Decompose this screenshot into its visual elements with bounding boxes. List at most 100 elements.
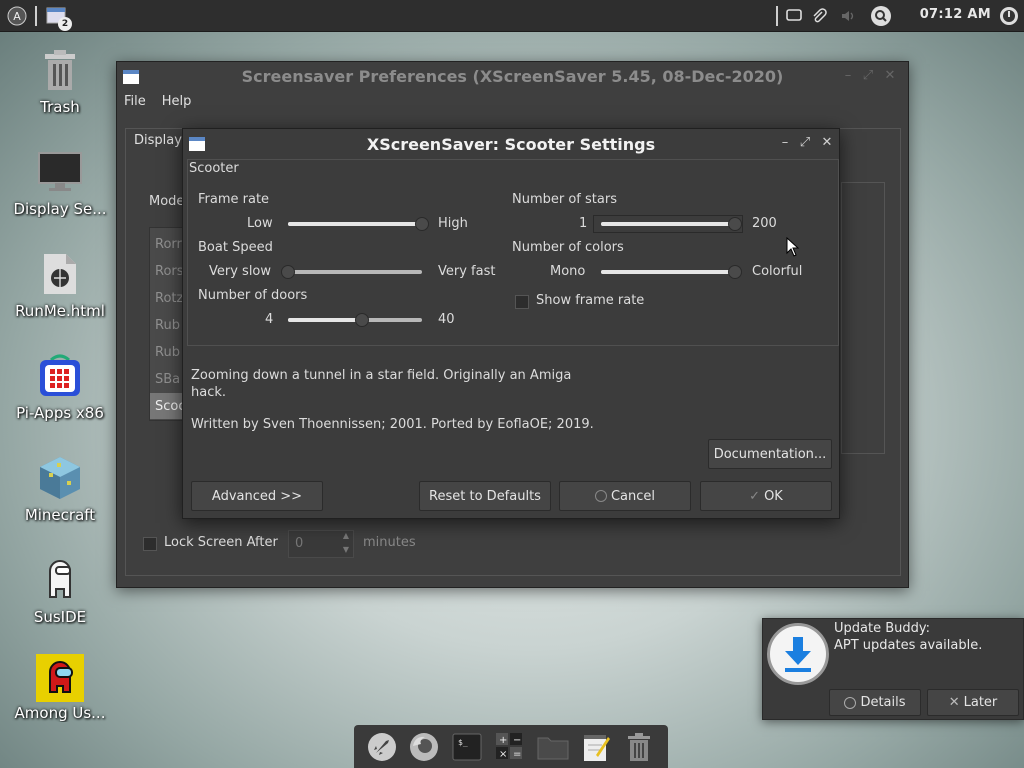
trash-icon[interactable]	[621, 729, 657, 765]
stars-low-label: 1	[579, 216, 588, 231]
x-icon: ✕	[948, 695, 960, 710]
lock-minutes-value: 0	[295, 536, 304, 551]
desktop-icon-label: Display Se...	[13, 200, 107, 218]
details-button[interactable]: Details	[829, 689, 921, 716]
colors-slider[interactable]	[601, 265, 742, 279]
power-icon[interactable]	[997, 4, 1021, 28]
app-menu-icon[interactable]: A	[5, 4, 29, 28]
advanced-label: Advanced >>	[211, 488, 303, 504]
clock[interactable]: 07:12 AM	[920, 7, 991, 22]
desktop-icon-label: Among Us...	[14, 704, 106, 722]
group-label: Scooter	[189, 161, 239, 176]
slider-knob[interactable]	[728, 217, 742, 231]
colors-label: Number of colors	[512, 240, 624, 255]
window-titlebar[interactable]: Screensaver Preferences (XScreenSaver 5.…	[117, 62, 908, 90]
volume-icon[interactable]	[837, 4, 861, 28]
frame-rate-label: Frame rate	[198, 192, 270, 207]
check-icon: ✓	[749, 488, 761, 504]
frame-rate-high-label: High	[438, 216, 468, 231]
lock-minutes-spinbox[interactable]: 0 ▲ ▼	[288, 530, 354, 558]
list-item[interactable]: Rotz	[155, 291, 183, 306]
search-icon[interactable]	[869, 4, 893, 28]
list-item[interactable]: Rorr	[155, 237, 182, 252]
desktop-icon-runme[interactable]: RunMe.html	[6, 248, 114, 320]
desktop-icon-pi-apps[interactable]: Pi-Apps x86	[6, 350, 114, 422]
menu-file[interactable]: File	[123, 94, 147, 109]
workspace-icon[interactable]: 2	[44, 4, 72, 31]
maximize-icon[interactable]: ⤢	[797, 135, 813, 151]
desktop-icon-display-settings[interactable]: Display Se...	[6, 146, 114, 218]
lock-screen-label: Lock Screen After	[164, 535, 278, 550]
calculator-icon[interactable]: + − × =	[492, 729, 528, 765]
maximize-icon[interactable]: ⤢	[860, 68, 876, 84]
tab-display[interactable]: Display	[125, 128, 185, 154]
notification-title: Update Buddy:	[834, 621, 931, 636]
text-editor-icon[interactable]	[578, 729, 614, 765]
dialog-title: XScreenSaver: Scooter Settings	[366, 135, 656, 154]
colors-high-label: Colorful	[752, 264, 803, 279]
svg-text:+: +	[499, 735, 507, 746]
screen-icon[interactable]	[782, 4, 806, 28]
lock-screen-checkbox[interactable]	[143, 537, 157, 551]
frame-rate-low-label: Low	[247, 216, 273, 231]
frame-rate-slider[interactable]	[288, 217, 429, 231]
desktop-icon-label: SusIDE	[33, 608, 87, 626]
advanced-button[interactable]: Advanced >>	[191, 481, 323, 511]
trash-icon	[34, 44, 86, 96]
slider-knob[interactable]	[728, 265, 742, 279]
tab-display-label: Display	[134, 133, 182, 148]
spin-down-icon[interactable]: ▼	[343, 545, 349, 554]
desktop-icon-minecraft[interactable]: Minecraft	[6, 452, 114, 524]
slider-knob[interactable]	[415, 217, 429, 231]
colors-low-label: Mono	[550, 264, 586, 279]
spin-up-icon[interactable]: ▲	[343, 531, 349, 540]
minimize-icon[interactable]: –	[777, 135, 793, 151]
slider-knob[interactable]	[281, 265, 295, 279]
dialog-titlebar[interactable]: XScreenSaver: Scooter Settings – ⤢ ✕	[183, 129, 839, 159]
minimize-icon[interactable]: –	[840, 68, 856, 84]
firefox-icon[interactable]	[406, 729, 442, 765]
later-button[interactable]: ✕ Later	[927, 689, 1019, 716]
documentation-button[interactable]: Documentation...	[708, 439, 832, 469]
info-icon	[844, 696, 857, 709]
desktop-icon-label: Minecraft	[24, 506, 96, 524]
list-item[interactable]: SBa	[155, 372, 180, 387]
rocket-icon[interactable]	[364, 729, 400, 765]
list-item[interactable]: Rors	[155, 264, 184, 279]
menu-help[interactable]: Help	[161, 94, 193, 109]
pi-apps-icon	[34, 350, 86, 402]
doors-low-label: 4	[265, 312, 274, 327]
scooter-settings-dialog: XScreenSaver: Scooter Settings – ⤢ ✕ Sco…	[182, 128, 840, 519]
boat-speed-low-label: Very slow	[209, 264, 272, 279]
panel-separator	[776, 6, 778, 26]
doors-slider[interactable]	[288, 313, 422, 327]
credits-text: Written by Sven Thoennissen; 2001. Porte…	[191, 417, 594, 432]
stars-slider[interactable]	[601, 217, 742, 231]
svg-text:×: ×	[499, 749, 507, 760]
slider-fill	[601, 222, 735, 226]
list-item[interactable]: Rub	[155, 318, 180, 333]
slider-knob[interactable]	[354, 313, 369, 327]
close-icon[interactable]: ✕	[882, 68, 898, 84]
window-title: Screensaver Preferences (XScreenSaver 5.…	[241, 67, 784, 86]
download-icon	[767, 623, 829, 685]
documentation-label: Documentation...	[713, 446, 827, 462]
terminal-icon[interactable]: $_	[449, 729, 485, 765]
close-icon[interactable]: ✕	[819, 135, 835, 151]
desktop-icon-suside[interactable]: SusIDE	[6, 554, 114, 626]
list-item[interactable]: Rub	[155, 345, 180, 360]
doors-label: Number of doors	[198, 288, 308, 303]
desktop-icon-trash[interactable]: Trash	[6, 44, 114, 116]
stars-label: Number of stars	[512, 192, 617, 207]
desktop-icon-among-us[interactable]: Among Us...	[6, 654, 114, 722]
desktop-icon-label: Trash	[40, 98, 80, 116]
paperclip-icon[interactable]	[807, 4, 831, 28]
reset-defaults-button[interactable]: Reset to Defaults	[419, 481, 551, 511]
panel-separator	[35, 6, 37, 26]
ok-button[interactable]: ✓ OK	[700, 481, 832, 511]
folder-icon[interactable]	[535, 729, 571, 765]
boat-speed-slider[interactable]	[281, 265, 422, 279]
cancel-button[interactable]: Cancel	[559, 481, 691, 511]
show-frame-rate-checkbox[interactable]	[515, 295, 529, 309]
details-label: Details	[860, 695, 906, 710]
